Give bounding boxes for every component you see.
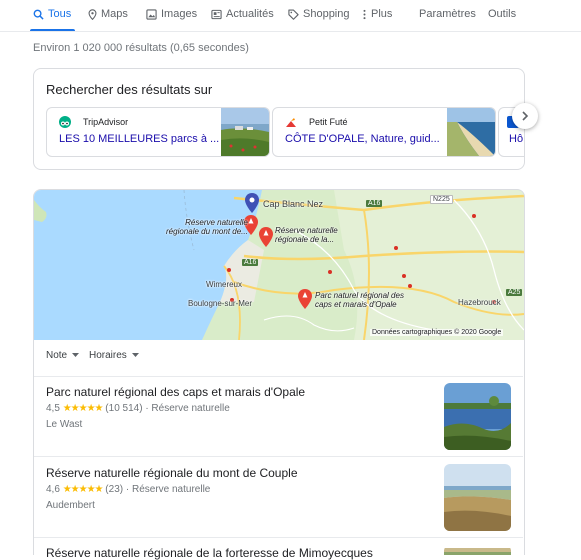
tab-shopping-label: Shopping [303,8,350,20]
caret-down-icon [131,352,139,357]
map-label-parc: Parc naturel régional des caps et marais… [315,291,404,309]
source-thumbnail [447,108,495,156]
caret-down-icon [71,352,79,357]
place-rating-line: 4,5 ★★★★★ (10 514) · Réserve naturelle [46,403,230,414]
road-shield-a16-top: A16 [366,200,383,207]
map-label-cap-blanc-nez: Cap Blanc Nez [263,199,324,209]
star-rating-icon: ★★★★★ [62,484,104,495]
star-rating-icon: ★★★★★ [62,403,104,414]
filter-rating-label: Note [46,350,68,361]
tab-shopping[interactable]: Shopping [288,8,350,20]
filter-hours-dropdown[interactable]: Horaires [89,350,139,361]
search-on-sources-card: Rechercher des résultats sur TripAdvisor… [33,68,525,170]
place-category: · Réserve naturelle [145,403,230,414]
map-label-line: caps et marais d'Opale [315,300,397,309]
place-photo[interactable] [444,464,511,531]
tab-more[interactable]: Plus [362,8,392,20]
source-name: Petit Futé [309,117,348,127]
tab-images-label: Images [161,8,198,20]
place-photo[interactable] [444,545,511,555]
source-thumbnail [221,108,269,156]
card-title: Rechercher des résultats sur [46,82,213,97]
next-arrow-button[interactable] [512,103,538,129]
filter-hours-label: Horaires [89,350,127,361]
source-petit-fute[interactable]: Petit Futé CÔTE D'OPALE, Nature, guid... [272,107,496,157]
map-label-line: Réserve naturelle [185,218,248,227]
tab-more-label: Plus [371,8,393,20]
place-title[interactable]: Réserve naturelle régionale du mont de C… [46,466,298,480]
map-label-line: Parc naturel régional des [315,291,404,300]
source-link[interactable]: LES 10 MEILLEURES parcs à ... [59,133,219,145]
map-label-wimereux: Wimereux [206,280,243,289]
place-review-count: (23) [105,484,124,495]
place-review-count: (10 514) [105,403,143,414]
source-link[interactable]: CÔTE D'OPALE, Nature, guid... [285,133,440,145]
tag-icon [288,9,299,20]
map-credit: Données cartographiques © 2020 Google [370,329,504,336]
parc-naturel-pin-icon[interactable] [298,289,312,309]
place-address: Audembert [46,500,95,511]
chevron-right-icon [522,111,529,121]
more-vert-icon [363,9,366,19]
map-label-boulogne: Boulogne-sur-Mer [188,299,253,308]
list-divider [34,456,523,457]
filter-rating-dropdown[interactable]: Note [46,350,79,361]
local-map[interactable]: Cap Blanc Nez Réserve naturelle régional… [33,189,525,340]
place-rating-line: 4,6 ★★★★★ (23) · Réserve naturelle [46,484,210,495]
tab-images[interactable]: Images [146,8,197,20]
map-label-line: Réserve naturelle [275,226,338,235]
search-icon [33,9,44,20]
tab-maps-label: Maps [101,8,128,20]
road-shield-a25: A25 [506,289,523,296]
place-address: Le Wast [46,419,83,430]
place-title[interactable]: Parc naturel régional des caps et marais… [46,385,305,399]
map-label-reserve-1: Réserve naturelle régionale du mont de..… [166,218,248,236]
list-divider [34,537,523,538]
map-canvas [34,190,524,340]
cap-blanc-nez-pin-icon[interactable] [245,193,259,213]
tab-news-label: Actualités [226,8,274,20]
place-title[interactable]: Réserve naturelle régionale de la forter… [46,546,373,560]
map-label-line: régionale de la... [275,235,335,244]
place-photo[interactable] [444,383,511,450]
road-shield-n225: N225 [430,195,453,204]
tab-news[interactable]: Actualités [211,8,274,20]
tools-link[interactable]: Outils [488,8,516,20]
tab-maps[interactable]: Maps [88,8,128,20]
source-name: TripAdvisor [83,117,129,127]
tab-all-label: Tous [48,8,72,20]
place-rating: 4,5 [46,403,60,414]
tab-all[interactable]: Tous [33,8,71,20]
nav-divider [0,31,581,32]
image-icon [146,8,157,20]
source-tripadvisor[interactable]: TripAdvisor LES 10 MEILLEURES parcs à ..… [46,107,270,157]
map-label-line: régionale du mont de... [166,227,248,236]
map-label-hazebrouck: Hazebrouck [458,298,501,307]
map-label-reserve-2: Réserve naturelle régionale de la... [275,226,338,244]
road-shield-a16-mid: A16 [242,259,259,266]
map-pin-icon [88,8,97,20]
search-tabs-bar: Tous Maps Images Actualités Shopping Plu… [0,0,581,32]
settings-link[interactable]: Paramètres [419,8,476,20]
tripadvisor-logo-icon [59,116,71,128]
news-icon [211,9,222,19]
reserve-la-pin-icon[interactable] [259,227,273,247]
place-category: · Réserve naturelle [125,484,211,495]
place-rating: 4,6 [46,484,60,495]
list-divider [34,376,523,377]
petit-fute-logo-icon [285,116,297,128]
source-link[interactable]: Hô [509,133,523,145]
result-stats: Environ 1 020 000 résultats (0,65 second… [33,42,249,54]
